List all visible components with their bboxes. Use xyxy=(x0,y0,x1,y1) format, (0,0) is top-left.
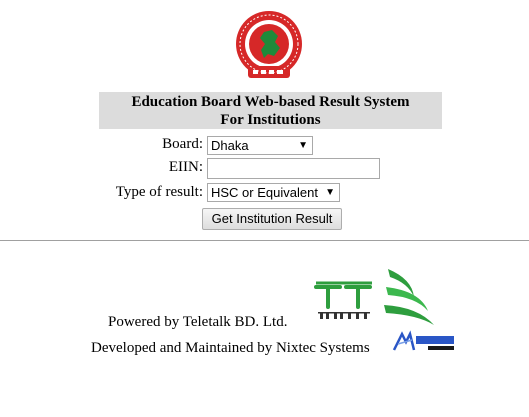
page-subtitle: For Institutions xyxy=(220,112,321,128)
dropdown-arrow-icon: ▼ xyxy=(325,187,335,198)
government-emblem-icon xyxy=(236,11,302,78)
result-type-select-value: HSC or Equivalent xyxy=(211,185,318,200)
page: Education Board Web-based Result System … xyxy=(0,0,529,417)
eiin-label: EIIN: xyxy=(168,159,203,175)
board-select-value: Dhaka xyxy=(211,138,249,153)
board-label: Board: xyxy=(162,136,203,152)
nixtec-logo-icon xyxy=(392,330,454,351)
page-title: Education Board Web-based Result System xyxy=(131,94,410,110)
teletalk-logo-icon xyxy=(314,269,434,325)
horizontal-divider xyxy=(0,240,529,241)
eiin-input[interactable] xyxy=(207,158,380,179)
result-type-select[interactable]: HSC or Equivalent ▼ xyxy=(207,183,340,202)
developed-by-text: Developed and Maintained by Nixtec Syste… xyxy=(91,340,370,356)
dropdown-arrow-icon: ▼ xyxy=(298,140,308,151)
board-select[interactable]: Dhaka ▼ xyxy=(207,136,313,155)
result-type-label: Type of result: xyxy=(115,184,203,200)
powered-by-text: Powered by Teletalk BD. Ltd. xyxy=(108,314,288,330)
title-banner: Education Board Web-based Result System … xyxy=(99,92,442,129)
get-institution-result-button[interactable]: Get Institution Result xyxy=(202,208,342,230)
